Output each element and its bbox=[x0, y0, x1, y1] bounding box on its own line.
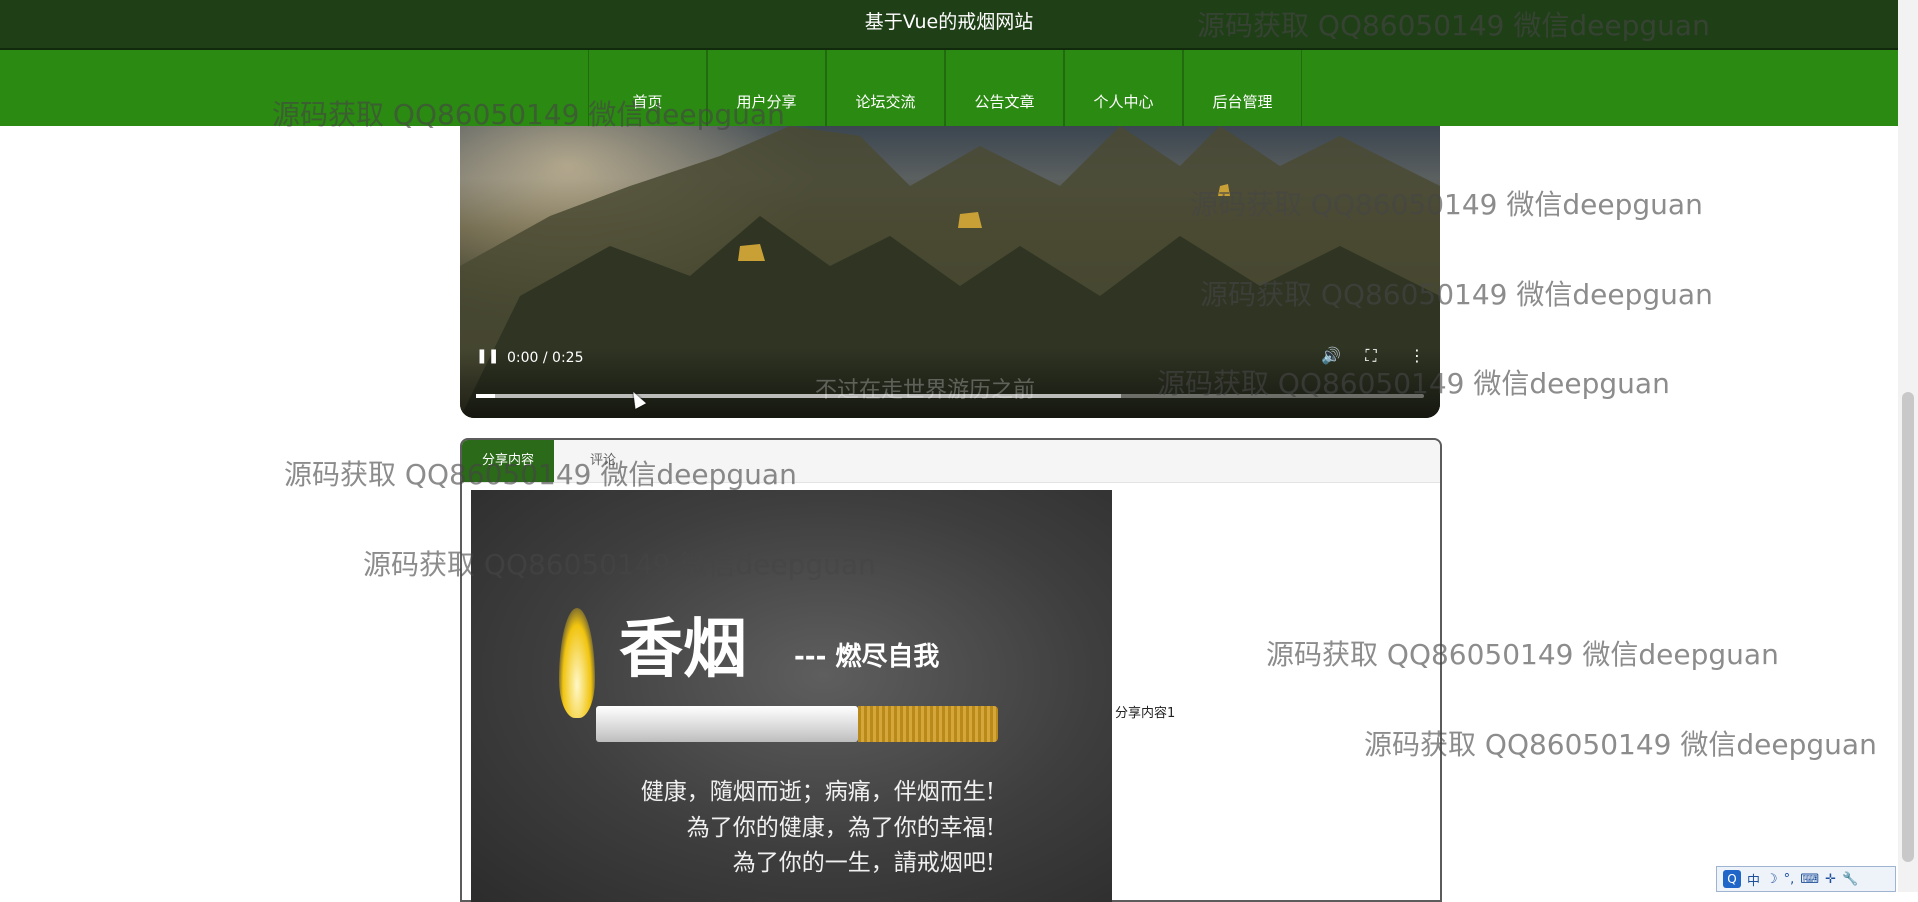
toolbox-icon[interactable]: ✛ bbox=[1825, 872, 1836, 887]
pause-icon[interactable]: ❚❚ bbox=[476, 348, 499, 366]
nav-item-home[interactable]: 首页 bbox=[588, 50, 707, 126]
tab-share-content[interactable]: 分享内容 bbox=[462, 440, 554, 482]
ime-logo-icon[interactable]: Q bbox=[1723, 870, 1741, 888]
moon-icon[interactable]: ☽ bbox=[1766, 872, 1778, 887]
share-card: 分享内容 评论 香烟 --- 燃尽自我 健康，隨烟而逝；病痛，伴烟而生! 為了你… bbox=[460, 438, 1442, 902]
nav-item-forum[interactable]: 论坛交流 bbox=[826, 50, 945, 126]
poster-headline: 香烟 bbox=[619, 613, 747, 687]
flame-icon bbox=[559, 608, 595, 718]
content-tabs: 分享内容 评论 bbox=[462, 440, 1440, 483]
cigarette-filter bbox=[858, 706, 998, 742]
settings-icon[interactable]: 🔧 bbox=[1842, 872, 1858, 887]
site-title: 基于Vue的戒烟网站 bbox=[864, 11, 1034, 33]
fullscreen-icon[interactable]: ⛶ bbox=[1360, 346, 1382, 368]
poster-subline: --- 燃尽自我 bbox=[794, 642, 940, 672]
video-subtitle: 不过在走世界游历之前 bbox=[815, 378, 1036, 403]
page-scrollbar[interactable] bbox=[1898, 0, 1918, 892]
volume-icon[interactable]: 🔊 bbox=[1320, 346, 1342, 368]
nav-item-announcements[interactable]: 公告文章 bbox=[945, 50, 1064, 126]
video-progress-bar[interactable] bbox=[476, 394, 1424, 398]
punctuation-icon[interactable]: °, bbox=[1784, 872, 1795, 887]
ime-lang-toggle[interactable]: 中 bbox=[1747, 870, 1760, 889]
nav-item-user-share[interactable]: 用户分享 bbox=[707, 50, 826, 126]
share-poster-image: 香烟 --- 燃尽自我 健康，隨烟而逝；病痛，伴烟而生! 為了你的健康，為了你的… bbox=[471, 490, 1112, 902]
poster-line-1: 健康，隨烟而逝；病痛，伴烟而生! bbox=[640, 779, 995, 805]
nav-item-admin[interactable]: 后台管理 bbox=[1183, 50, 1302, 126]
share-content-label: 分享内容1 bbox=[1115, 706, 1176, 721]
poster-line-3: 為了你的一生，請戒烟吧! bbox=[732, 850, 995, 876]
poster-line-2: 為了你的健康，為了你的幸福! bbox=[686, 815, 995, 841]
main-nav: 首页 用户分享 论坛交流 公告文章 个人中心 后台管理 bbox=[0, 50, 1898, 126]
site-title-bar: 基于Vue的戒烟网站 bbox=[0, 0, 1898, 50]
keyboard-icon[interactable]: ⌨ bbox=[1800, 872, 1819, 887]
tab-comments[interactable]: 评论 bbox=[590, 440, 616, 482]
ime-toolbar[interactable]: Q 中 ☽ °, ⌨ ✛ 🔧 bbox=[1716, 866, 1896, 892]
video-player[interactable]: ❚❚ 0:00 / 0:25 不过在走世界游历之前 🔊 ⛶ ⋮ bbox=[460, 126, 1440, 418]
scrollbar-thumb[interactable] bbox=[1902, 392, 1914, 862]
cigarette-body bbox=[596, 706, 858, 742]
video-played bbox=[476, 394, 495, 398]
nav-item-profile[interactable]: 个人中心 bbox=[1064, 50, 1183, 126]
more-vert-icon[interactable]: ⋮ bbox=[1406, 346, 1428, 368]
nav-tabs: 首页 用户分享 论坛交流 公告文章 个人中心 后台管理 bbox=[588, 50, 1302, 126]
video-time: 0:00 / 0:25 bbox=[507, 350, 584, 366]
video-buffered bbox=[476, 394, 1121, 398]
